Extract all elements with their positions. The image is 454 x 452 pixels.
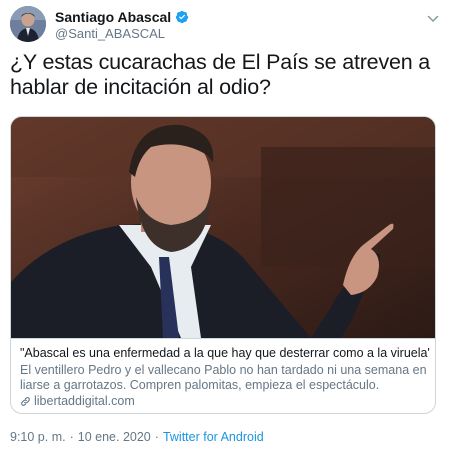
meta-separator: · xyxy=(69,430,74,444)
avatar[interactable] xyxy=(10,6,46,42)
link-card[interactable]: "Abascal es una enfermedad a la que hay … xyxy=(10,116,436,414)
meta-separator: · xyxy=(154,430,159,444)
tweet: Santiago Abascal @Santi_ABASCAL ¿Y estas… xyxy=(0,0,454,452)
user-handle[interactable]: @Santi_ABASCAL xyxy=(55,26,165,41)
card-description: El ventillero Pedro y el vallecano Pablo… xyxy=(20,363,427,392)
card-title[interactable]: "Abascal es una enfermedad a la que hay … xyxy=(20,346,430,361)
card-body[interactable]: "Abascal es una enfermedad a la que hay … xyxy=(11,338,435,408)
card-domain[interactable]: libertaddigital.com xyxy=(20,394,135,408)
link-icon xyxy=(20,396,31,407)
card-photo xyxy=(11,117,435,338)
author-name-row[interactable]: Santiago Abascal xyxy=(55,9,189,25)
card-domain-text[interactable]: libertaddigital.com xyxy=(34,394,135,408)
display-name[interactable]: Santiago Abascal xyxy=(55,9,171,25)
tweet-date[interactable]: 10 ene. 2020 xyxy=(78,430,151,444)
tweet-text: ¿Y estas cucarachas de El País se atreve… xyxy=(10,50,431,99)
verified-badge-icon xyxy=(175,10,189,24)
card-image[interactable] xyxy=(11,117,435,338)
avatar-image xyxy=(10,6,46,42)
chevron-down-icon[interactable] xyxy=(426,12,440,26)
tweet-time[interactable]: 9:10 p. m. xyxy=(10,430,66,444)
tweet-source-link[interactable]: Twitter for Android xyxy=(163,430,264,444)
tweet-meta: 9:10 p. m. · 10 ene. 2020 · Twitter for … xyxy=(10,430,264,444)
